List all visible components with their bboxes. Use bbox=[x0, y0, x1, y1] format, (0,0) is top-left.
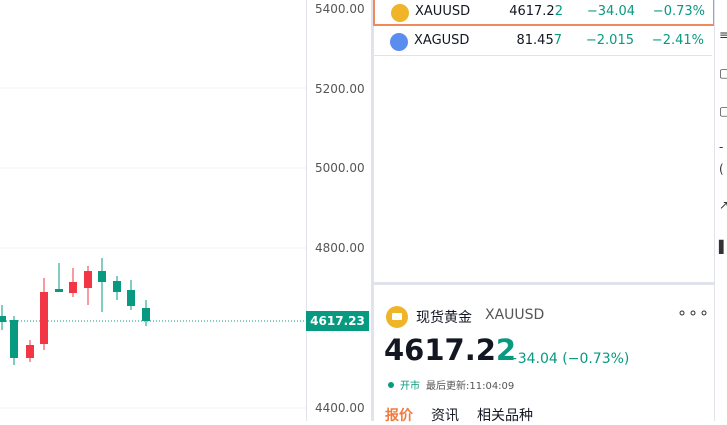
axis-label: 5000.00 bbox=[315, 161, 365, 175]
change: −34.04 bbox=[586, 4, 635, 19]
more-options-icon[interactable]: ∘∘∘ bbox=[677, 303, 710, 322]
last-price: 4617.22 bbox=[384, 333, 517, 367]
change-percent: −2.41% bbox=[651, 33, 704, 48]
gold-icon bbox=[386, 306, 408, 328]
price-change: −34.04 (−0.73%) bbox=[506, 351, 630, 367]
watchlist-icon[interactable]: ≡ bbox=[719, 28, 727, 42]
axis-label: 4800.00 bbox=[315, 241, 365, 255]
calendar-icon[interactable]: ▢ bbox=[719, 104, 727, 118]
tab-related[interactable]: 相关品种 bbox=[477, 405, 533, 425]
last-price: 4617.22 bbox=[509, 4, 563, 19]
silver-icon bbox=[390, 33, 408, 51]
chat-icon[interactable]: ( bbox=[719, 162, 724, 176]
right-toolbar: ≡ ▢ ▢ - ( ↗ ▌ bbox=[714, 0, 727, 421]
change: −2.015 bbox=[585, 33, 634, 48]
panel-icon[interactable]: ▌ bbox=[719, 240, 727, 254]
axis-label: 4400.00 bbox=[315, 401, 365, 415]
axis-label: 5200.00 bbox=[315, 82, 365, 96]
last-price: 81.457 bbox=[516, 33, 563, 48]
axis-label: 5400.00 bbox=[315, 2, 365, 16]
alert-icon[interactable]: ▢ bbox=[719, 66, 727, 80]
candlestick-chart[interactable] bbox=[0, 0, 306, 421]
change-percent: −0.73% bbox=[652, 4, 705, 19]
watchlist-row-xauusd[interactable]: XAUUSD 4617.22 −34.04 −0.73% bbox=[373, 0, 715, 26]
news-icon[interactable]: - bbox=[719, 140, 723, 154]
tab-news[interactable]: 资讯 bbox=[431, 405, 459, 425]
symbol-ticker: XAUUSD bbox=[485, 307, 545, 323]
tab-quote[interactable]: 报价 bbox=[385, 405, 413, 425]
symbol: XAGUSD bbox=[414, 33, 470, 48]
symbol: XAUUSD bbox=[415, 4, 471, 19]
watchlist-row-xagusd[interactable]: XAGUSD 81.457 −2.015 −2.41% bbox=[374, 29, 712, 56]
price-axis: 5400.00 5200.00 5000.00 4800.00 4400.00 bbox=[306, 0, 372, 421]
status-dot bbox=[388, 382, 394, 388]
symbol-name: 现货黄金 bbox=[416, 310, 472, 326]
candles-layer bbox=[0, 87, 306, 409]
symbol-detail-panel: 现货黄金 XAUUSD ∘∘∘ 4617.22 −34.04 (−0.73%) … bbox=[374, 285, 714, 424]
current-price-tag: 4617.23 bbox=[306, 311, 369, 331]
gold-icon bbox=[391, 4, 409, 22]
watchlist: XAUUSD 4617.22 −34.04 −0.73% XAGUSD 81.4… bbox=[373, 0, 715, 282]
ideas-icon[interactable]: ↗ bbox=[719, 198, 727, 212]
market-status: 开市 最后更新:11:04:09 bbox=[388, 377, 514, 392]
